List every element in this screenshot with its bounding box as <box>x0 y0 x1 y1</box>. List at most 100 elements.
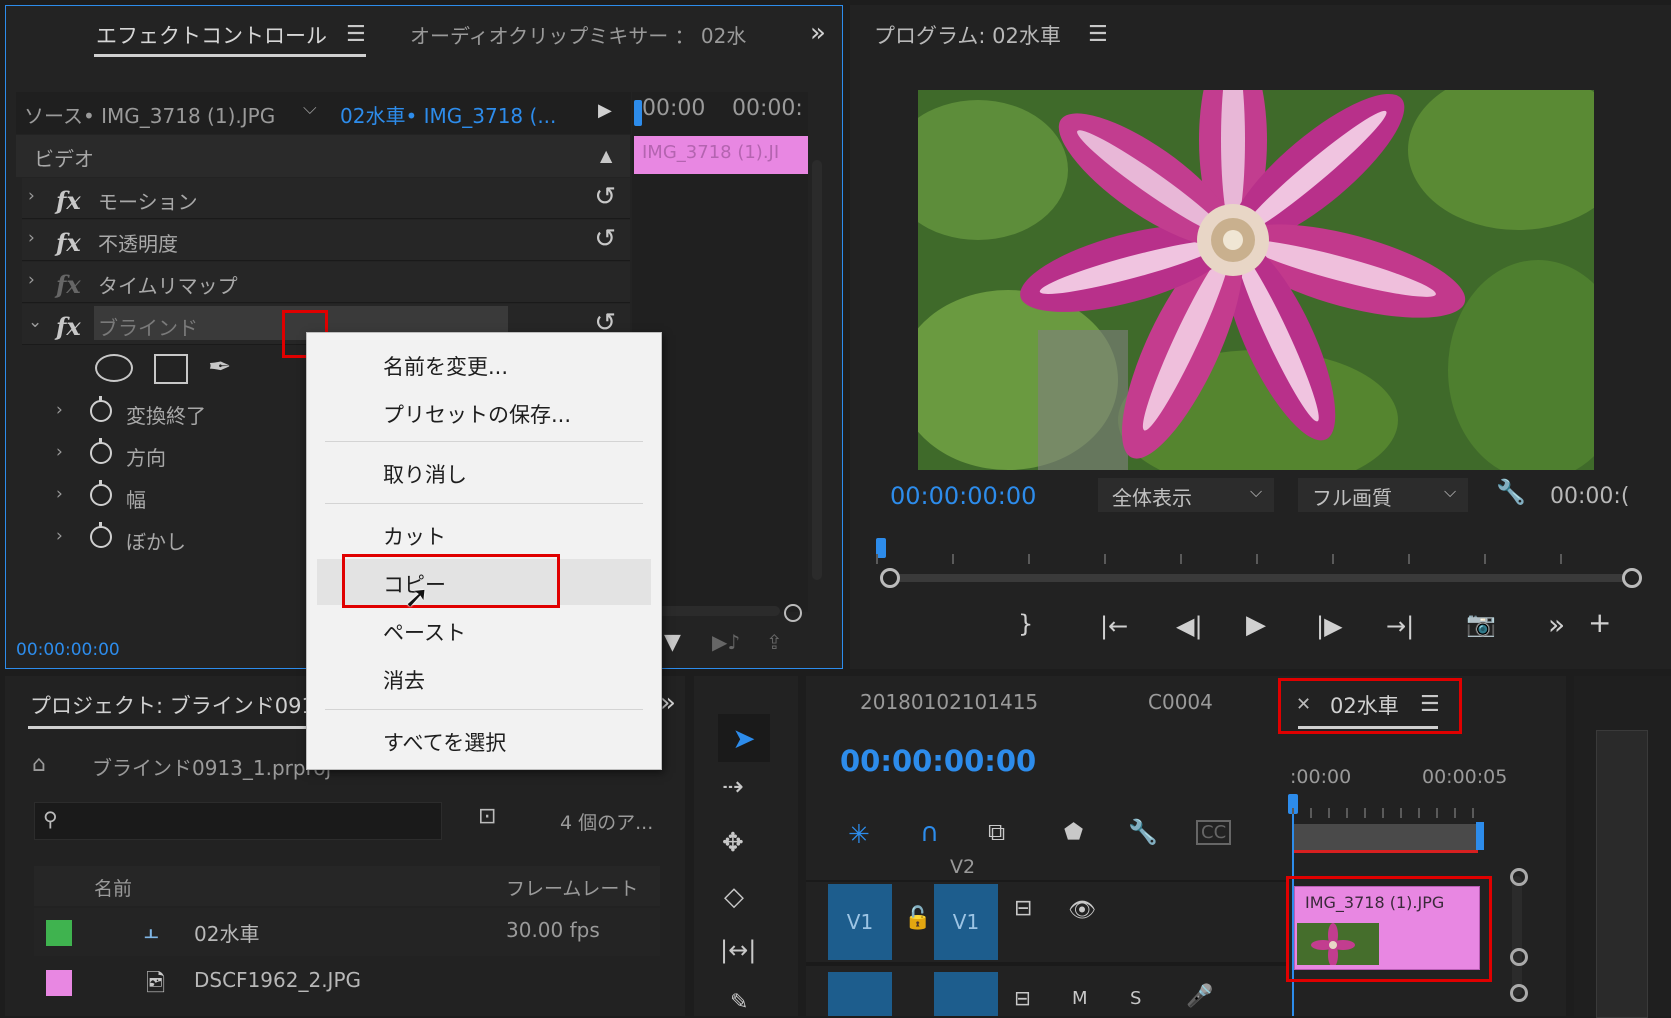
stopwatch-icon[interactable] <box>90 480 112 506</box>
tab-effect-controls[interactable]: エフェクトコントロール <box>96 20 327 50</box>
track-select-tool-icon[interactable]: ⇢ <box>722 772 744 802</box>
tab-sequence-2[interactable]: C0004 <box>1148 690 1213 714</box>
list-item[interactable]: 🖻 DSCF1962_2.JPG <box>34 958 660 1006</box>
menu-item-clear[interactable]: 消去 <box>383 665 425 695</box>
step-back-icon[interactable]: ◀| <box>1176 612 1203 640</box>
razor-tool-icon[interactable]: ◇ <box>724 882 744 912</box>
label-color-swatch[interactable] <box>46 920 72 946</box>
step-forward-icon[interactable]: |▶ <box>1316 612 1343 640</box>
chevron-down-icon[interactable]: ⌄ <box>28 312 42 332</box>
scroll-handle-top[interactable] <box>1510 868 1528 886</box>
ripple-edit-tool-icon[interactable]: ✥ <box>722 828 744 858</box>
fx-row-motion[interactable]: › fx モーション ↺ <box>22 178 630 219</box>
chevron-right-icon[interactable]: › <box>56 526 63 546</box>
go-to-in-icon[interactable]: |← <box>1100 612 1128 640</box>
play-only-icon[interactable]: ▶ <box>598 100 612 121</box>
export-frame-icon[interactable]: 📷 <box>1466 610 1496 638</box>
folder-up-icon[interactable]: ⌂ <box>32 752 46 777</box>
filter-icon[interactable]: ▼ <box>664 630 681 655</box>
fx-row-opacity[interactable]: › fx 不透明度 ↺ <box>22 220 630 261</box>
quality-select[interactable]: フル画質 ⌵ <box>1298 478 1468 512</box>
more-buttons-icon[interactable]: » <box>1548 608 1565 641</box>
work-area-end[interactable] <box>1476 822 1484 850</box>
target-track-a1[interactable] <box>934 972 998 1016</box>
label-color-swatch[interactable] <box>46 970 72 996</box>
program-scrub-track[interactable] <box>890 574 1630 582</box>
stopwatch-icon[interactable] <box>90 396 112 422</box>
pen-mask-icon[interactable]: ✒ <box>208 350 231 383</box>
project-title[interactable]: プロジェクト: ブラインド091 <box>30 690 315 720</box>
column-name-header[interactable]: 名前 <box>94 874 132 901</box>
panel-menu-icon[interactable]: ☰ <box>346 22 366 47</box>
go-to-out-icon[interactable]: →| <box>1386 612 1414 640</box>
rectangle-mask-icon[interactable] <box>154 354 188 384</box>
source-track-a1[interactable] <box>828 972 892 1016</box>
chevron-right-icon[interactable]: › <box>28 228 35 248</box>
captions-icon[interactable]: CC <box>1196 820 1232 845</box>
more-panels-icon[interactable]: » <box>810 18 826 48</box>
zoom-select[interactable]: 全体表示 ⌵ <box>1098 478 1274 512</box>
reset-icon[interactable]: ↺ <box>594 182 616 212</box>
ec-playhead[interactable] <box>634 100 642 126</box>
collapse-up-icon[interactable]: ▲ <box>600 146 612 165</box>
linked-selection-icon[interactable]: ⧉ <box>988 818 1005 846</box>
button-editor-icon[interactable]: + <box>1588 606 1611 639</box>
prop-row-feather[interactable]: › ぼかし <box>22 518 302 558</box>
ec-vertical-scrollbar[interactable] <box>812 160 822 580</box>
menu-item-cut[interactable]: カット <box>383 521 446 551</box>
chevron-right-icon[interactable]: › <box>56 484 63 504</box>
fx-row-label[interactable]: ブラインド <box>98 312 198 341</box>
microphone-icon[interactable]: 🎤 <box>1186 984 1213 1009</box>
more-panels-icon[interactable]: » <box>660 688 676 718</box>
fx-icon[interactable]: fx <box>56 186 81 215</box>
reset-icon[interactable]: ↺ <box>594 224 616 254</box>
eye-icon[interactable]: 👁 <box>1068 898 1096 923</box>
settings-wrench-icon[interactable]: 🔧 <box>1128 818 1158 846</box>
ec-clip-bar[interactable]: IMG_3718 (1).JI <box>634 136 808 174</box>
mark-out-icon[interactable]: } <box>1018 610 1033 638</box>
sequence-clip-label[interactable]: 02水車• IMG_3718 (... <box>340 100 556 129</box>
play-audio-icon[interactable]: ▶♪ <box>712 630 740 654</box>
panel-menu-icon[interactable]: ☰ <box>1088 22 1108 47</box>
scroll-handle-audio[interactable] <box>1510 984 1528 1002</box>
fx-row-time-remap[interactable]: › fx タイムリマップ <box>22 262 630 303</box>
chevron-right-icon[interactable]: › <box>56 442 63 462</box>
program-timecode[interactable]: 00:00:00:00 <box>890 482 1036 510</box>
project-search-input[interactable]: ⚲ <box>34 802 442 840</box>
mute-button[interactable]: M <box>1072 988 1088 1009</box>
timeline-vertical-scrollbar[interactable] <box>1512 876 1522 996</box>
pen-tool-icon[interactable]: ✎ <box>730 990 748 1015</box>
video-section-header[interactable] <box>16 135 630 177</box>
ec-timecode[interactable]: 00:00:00:00 <box>16 640 120 660</box>
audio-sync-lock-icon[interactable]: ⊟ <box>1014 986 1031 1010</box>
menu-item-select-all[interactable]: すべてを選択 <box>383 727 506 757</box>
stopwatch-icon[interactable] <box>90 522 112 548</box>
source-track-v1[interactable]: V1 <box>828 884 892 960</box>
timeline-timecode[interactable]: 00:00:00:00 <box>840 744 1036 778</box>
chevron-right-icon[interactable]: › <box>56 400 63 420</box>
solo-button[interactable]: S <box>1130 988 1141 1009</box>
ellipse-mask-icon[interactable] <box>95 354 133 382</box>
scrub-end-handle[interactable] <box>1622 568 1642 588</box>
tab-sequence-1[interactable]: 20180102101415 <box>860 690 1038 714</box>
source-label[interactable]: ソース• IMG_3718 (1).JPG <box>24 100 275 129</box>
scroll-handle-bottom[interactable] <box>1510 948 1528 966</box>
scrub-start-handle[interactable] <box>880 568 900 588</box>
tab-audio-clip-mixer[interactable]: オーディオクリップミキサー ： 02水 <box>410 20 762 49</box>
list-item[interactable]: ⫠ 02水車 30.00 fps <box>34 908 660 956</box>
zoom-handle-icon[interactable] <box>784 604 802 622</box>
play-icon[interactable]: ▶ <box>1246 610 1266 640</box>
chevron-right-icon[interactable]: › <box>28 186 35 206</box>
wrench-icon[interactable]: 🔧 <box>1496 478 1526 506</box>
nest-sequence-icon[interactable]: ✳ <box>848 820 870 850</box>
column-fps-header[interactable]: フレームレート <box>506 874 638 901</box>
work-area-bar[interactable] <box>1292 824 1478 853</box>
menu-item-undo[interactable]: 取り消し <box>383 459 467 489</box>
target-track-v1[interactable]: V1 <box>934 884 998 960</box>
lock-icon[interactable]: 🔓 <box>904 906 931 931</box>
find-icon[interactable]: ⊡ <box>478 804 496 829</box>
selection-tool-icon[interactable]: ➤ <box>718 714 770 762</box>
slip-tool-icon[interactable]: |↔| <box>720 936 756 964</box>
menu-item-paste[interactable]: ペースト <box>383 617 466 647</box>
chevron-down-icon[interactable]: ⌵ <box>303 98 317 119</box>
